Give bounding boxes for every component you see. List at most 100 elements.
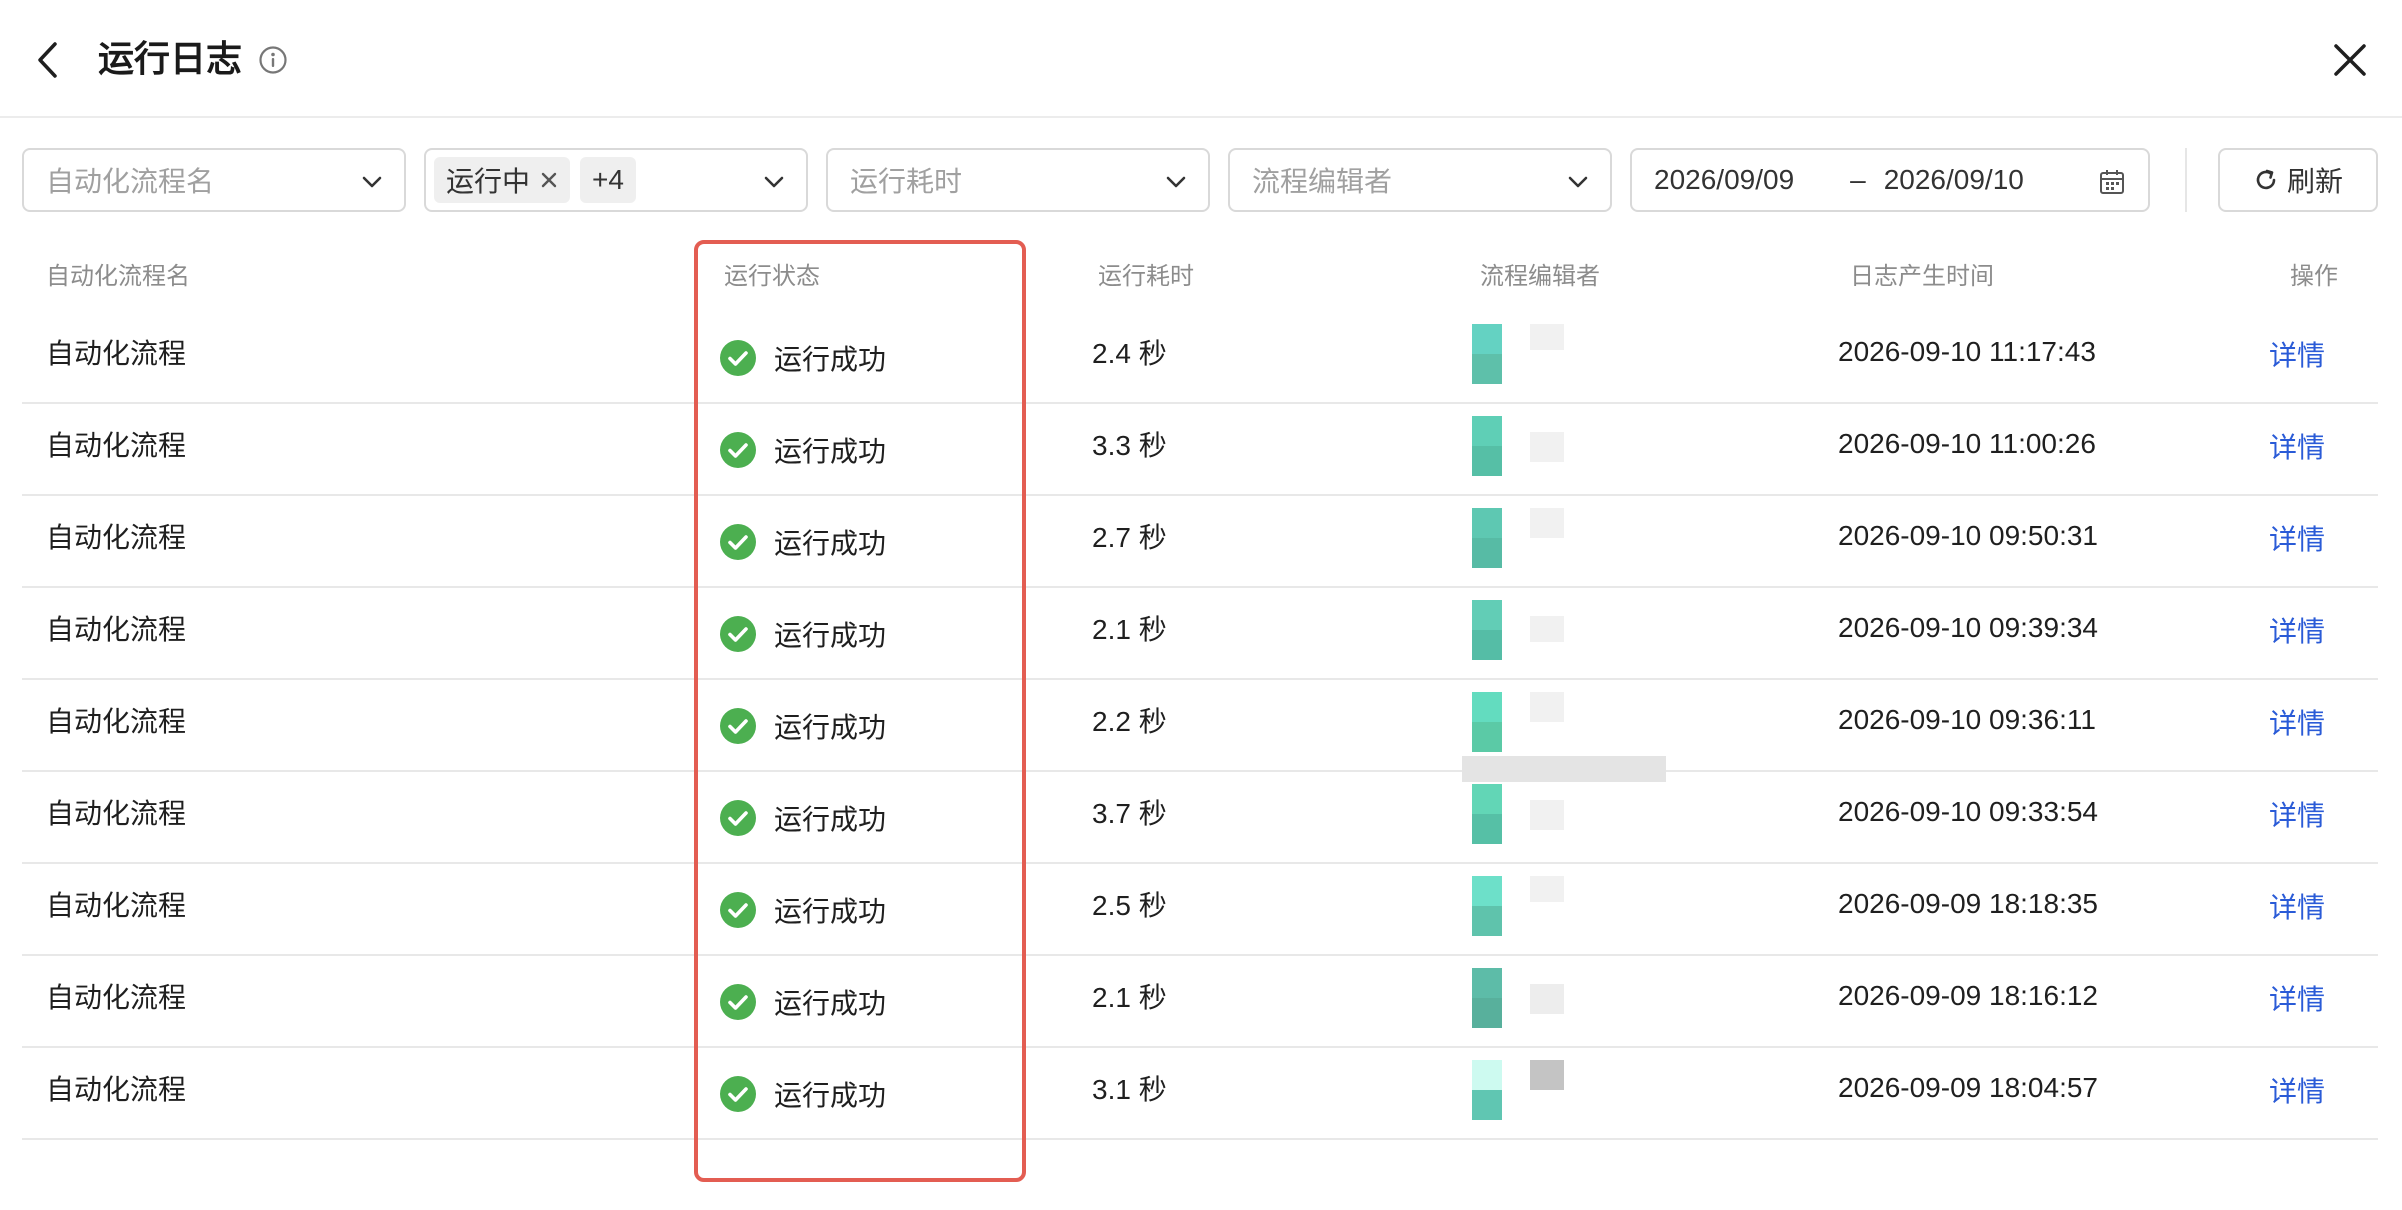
column-header-editor: 流程编辑者 <box>1480 263 1600 290</box>
flow-name-cell: 自动化流程 <box>46 982 187 1013</box>
table-row: 自动化流程 运行成功 3.7 秒 2026-09-10 09:33:54 详情 <box>22 772 2378 864</box>
flow-name-select[interactable]: 自动化流程名 <box>22 148 406 212</box>
calendar-icon[interactable] <box>2098 168 2126 196</box>
table-row: 自动化流程 运行成功 3.3 秒 2026-09-10 11:00:26 详情 <box>22 404 2378 496</box>
status-cell: 运行成功 <box>720 338 886 378</box>
chevron-down-icon <box>764 176 784 188</box>
editor-avatar <box>1472 1060 1502 1090</box>
log-time-cell: 2026-09-10 09:36:11 <box>1838 704 2096 735</box>
details-link[interactable]: 详情 <box>2269 704 2325 744</box>
editor-avatar-lower <box>1472 538 1502 568</box>
date-separator: – <box>1850 164 1866 195</box>
details-link[interactable]: 详情 <box>2269 520 2325 560</box>
editor-avatar-lower <box>1472 906 1502 936</box>
success-check-icon <box>720 1076 756 1112</box>
date-end[interactable]: 2026/09/10 <box>1884 164 2024 196</box>
back-icon[interactable] <box>28 38 68 82</box>
date-start[interactable]: 2026/09/09 <box>1654 164 1794 196</box>
status-select[interactable]: 运行中 +4 <box>424 148 808 212</box>
tag-close-icon[interactable] <box>540 171 558 189</box>
success-check-icon <box>720 524 756 560</box>
log-time-cell: 2026-09-09 18:04:57 <box>1838 1072 2098 1103</box>
chevron-down-icon <box>1568 176 1588 188</box>
status-cell: 运行成功 <box>720 798 886 838</box>
duration-cell: 3.1 秒 <box>1092 1074 1167 1105</box>
info-icon[interactable] <box>258 45 288 75</box>
chevron-down-icon <box>1166 176 1186 188</box>
duration-cell: 3.3 秒 <box>1092 430 1167 461</box>
status-label: 运行成功 <box>774 712 887 743</box>
refresh-label: 刷新 <box>2286 166 2343 197</box>
status-label: 运行成功 <box>774 988 887 1019</box>
date-range-picker[interactable]: 2026/09/09 – 2026/09/10 <box>1630 148 2150 212</box>
status-cell: 运行成功 <box>720 522 886 562</box>
editor-avatar-lower <box>1472 446 1502 476</box>
details-link[interactable]: 详情 <box>2269 888 2325 928</box>
log-time-cell: 2026-09-10 09:33:54 <box>1838 796 2098 827</box>
close-icon[interactable] <box>2330 40 2370 80</box>
success-check-icon <box>720 892 756 928</box>
editor-avatar <box>1472 784 1502 814</box>
details-link[interactable]: 详情 <box>2269 1072 2325 1112</box>
status-cell: 运行成功 <box>720 982 886 1022</box>
status-more-tag: +4 <box>580 157 636 203</box>
redaction-bar <box>1462 756 1666 782</box>
editor-avatar-lower <box>1472 354 1502 384</box>
log-time-cell: 2026-09-09 18:16:12 <box>1838 980 2098 1011</box>
flow-name-cell: 自动化流程 <box>46 798 187 829</box>
log-time-cell: 2026-09-10 09:39:34 <box>1838 612 2098 643</box>
editor-name-redacted <box>1530 1060 1564 1090</box>
editor-avatar <box>1472 508 1502 538</box>
table-row: 自动化流程 运行成功 2.1 秒 2026-09-09 18:16:12 详情 <box>22 956 2378 1048</box>
status-label: 运行成功 <box>774 344 887 375</box>
duration-select[interactable]: 运行耗时 <box>826 148 1210 212</box>
success-check-icon <box>720 984 756 1020</box>
flow-name-cell: 自动化流程 <box>46 338 187 369</box>
status-cell: 运行成功 <box>720 430 886 470</box>
duration-cell: 2.5 秒 <box>1092 890 1167 921</box>
details-link[interactable]: 详情 <box>2269 612 2325 652</box>
chevron-down-icon <box>362 176 382 188</box>
details-link[interactable]: 详情 <box>2269 980 2325 1020</box>
table-row: 自动化流程 运行成功 2.2 秒 2026-09-10 09:36:11 详情 <box>22 680 2378 772</box>
status-tag: 运行中 <box>434 157 571 203</box>
column-header-action: 操作 <box>2290 263 2338 290</box>
page-header: 运行日志 <box>0 0 2402 118</box>
editor-name-redacted <box>1530 692 1564 722</box>
success-check-icon <box>720 616 756 652</box>
duration-cell: 2.2 秒 <box>1092 706 1167 737</box>
details-link[interactable]: 详情 <box>2269 796 2325 836</box>
editor-avatar-lower <box>1472 630 1502 660</box>
status-cell: 运行成功 <box>720 1074 886 1114</box>
status-cell: 运行成功 <box>720 614 886 654</box>
table-row: 自动化流程 运行成功 2.4 秒 2026-09-10 11:17:43 详情 <box>22 312 2378 404</box>
duration-cell: 2.4 秒 <box>1092 338 1167 369</box>
flow-name-cell: 自动化流程 <box>46 706 187 737</box>
editor-avatar <box>1472 876 1502 906</box>
editor-select[interactable]: 流程编辑者 <box>1228 148 1612 212</box>
duration-cell: 2.1 秒 <box>1092 982 1167 1013</box>
duration-placeholder: 运行耗时 <box>850 166 963 197</box>
refresh-icon <box>2256 169 2276 190</box>
editor-avatar <box>1472 692 1502 722</box>
refresh-button[interactable]: 刷新 <box>2218 148 2378 212</box>
flow-name-cell: 自动化流程 <box>46 890 187 921</box>
success-check-icon <box>720 708 756 744</box>
editor-name-redacted <box>1530 876 1564 902</box>
column-header-name: 自动化流程名 <box>46 263 190 290</box>
details-link[interactable]: 详情 <box>2269 336 2325 376</box>
toolbar-divider <box>2185 148 2187 212</box>
duration-cell: 2.7 秒 <box>1092 522 1167 553</box>
column-header-duration: 运行耗时 <box>1098 263 1194 290</box>
status-label: 运行成功 <box>774 436 887 467</box>
editor-avatar <box>1472 324 1502 354</box>
status-tag-label: 运行中 <box>446 166 531 197</box>
success-check-icon <box>720 800 756 836</box>
status-label: 运行成功 <box>774 528 887 559</box>
flow-name-cell: 自动化流程 <box>46 1074 187 1105</box>
details-link[interactable]: 详情 <box>2269 428 2325 468</box>
editor-avatar-lower <box>1472 1090 1502 1120</box>
column-header-status: 运行状态 <box>724 263 820 290</box>
editor-name-redacted <box>1530 616 1564 642</box>
flow-name-cell: 自动化流程 <box>46 430 187 461</box>
